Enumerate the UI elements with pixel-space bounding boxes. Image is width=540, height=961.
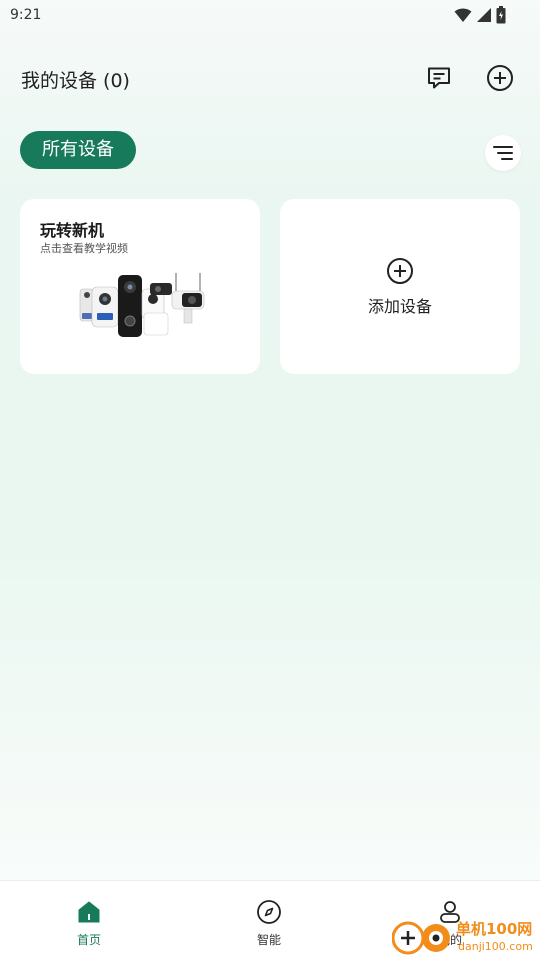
watermark-url: danji100.com (458, 940, 533, 953)
cell-signal-icon (477, 8, 491, 22)
message-icon (428, 67, 450, 89)
page-title: 我的设备 (0) (21, 70, 130, 92)
filter-row: 所有设备 (0, 130, 540, 174)
guide-subtitle: 点击查看教学视频 (40, 242, 128, 255)
add-device-label: 添加设备 (367, 297, 432, 316)
guide-title: 玩转新机 (40, 221, 105, 240)
nav-item-home[interactable]: 首页 (44, 899, 134, 948)
add-button[interactable] (484, 62, 516, 94)
sort-icon (493, 146, 513, 160)
watermark-logo: 单机100网 danji100.com (392, 916, 540, 960)
add-device-card[interactable]: 添加设备 (280, 199, 520, 374)
all-devices-chip[interactable]: 所有设备 (20, 131, 136, 169)
status-bar: 9:21 (0, 0, 540, 34)
status-icons (454, 6, 506, 24)
sort-button[interactable] (485, 135, 521, 171)
watermark-logo-icon (392, 921, 450, 955)
wifi-icon (454, 8, 472, 22)
compass-icon (257, 900, 281, 924)
home-icon (78, 901, 100, 923)
plus-circle-icon (487, 65, 513, 91)
guide-card[interactable]: 玩转新机 点击查看教学视频 (20, 199, 260, 374)
nav-label-smart: 智能 (256, 933, 281, 947)
header: 我的设备 (0) (0, 52, 540, 104)
plus-circle-icon (387, 258, 413, 284)
messages-button[interactable] (423, 62, 455, 94)
camera-products-image (79, 273, 205, 337)
nav-label-home: 首页 (76, 933, 101, 947)
nav-item-smart[interactable]: 智能 (224, 899, 314, 948)
watermark-text: 单机100网 (456, 920, 533, 938)
status-time: 9:21 (10, 7, 42, 23)
battery-icon (496, 6, 506, 24)
